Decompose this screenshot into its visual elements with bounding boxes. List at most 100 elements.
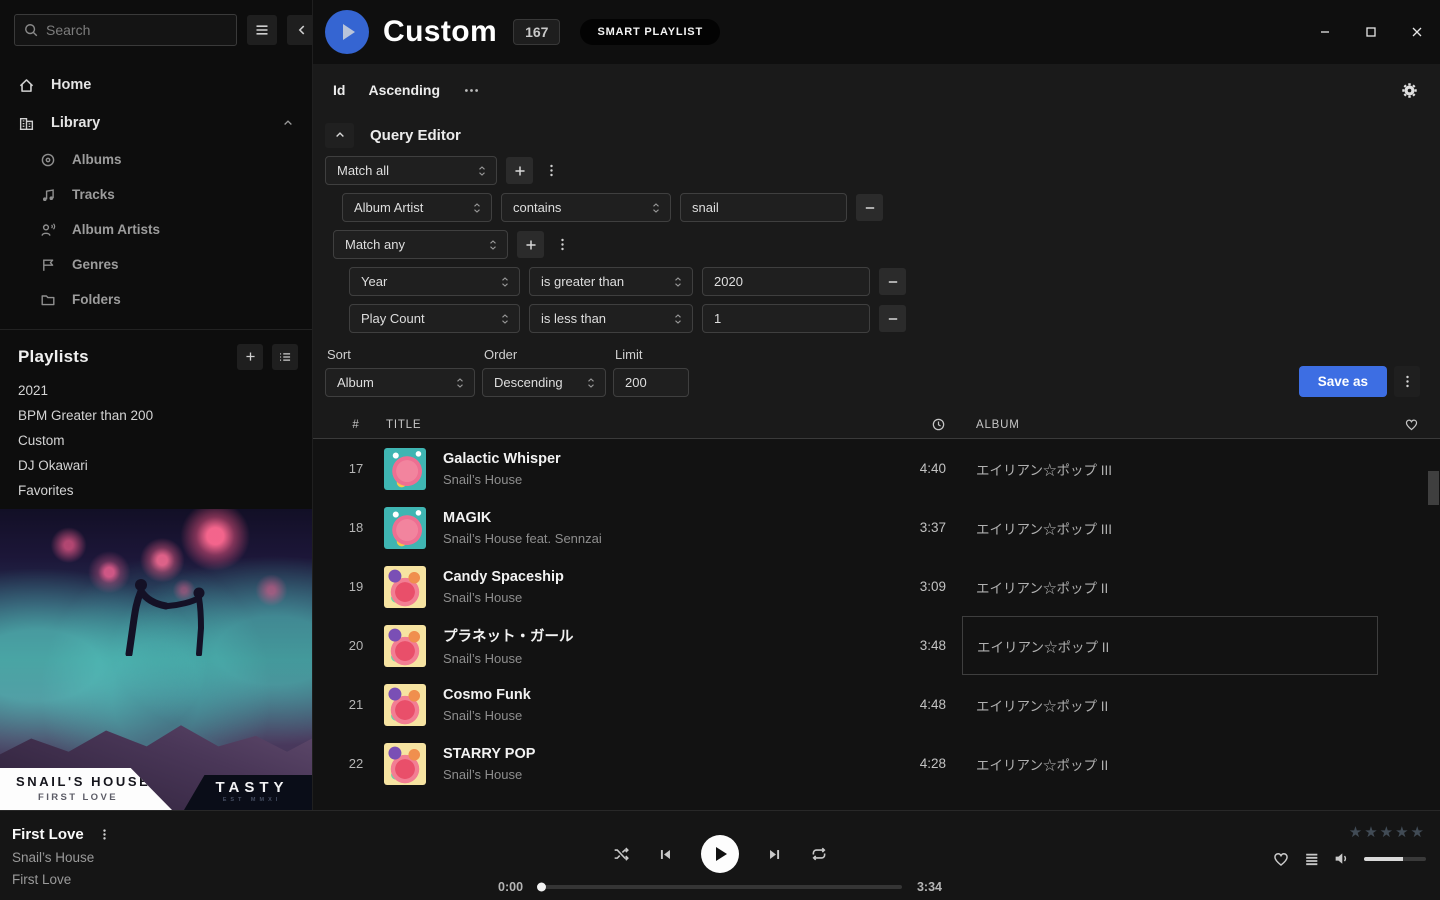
star-icon[interactable]: ★ [1395, 824, 1410, 841]
playlist-item[interactable]: BPM Greater than 200 [0, 403, 312, 428]
sidebar-item-library[interactable]: Library [0, 104, 312, 142]
sidebar-item-albums[interactable]: Albums [0, 142, 312, 177]
queue-button[interactable] [1303, 851, 1320, 868]
sidebar-item-label: Home [51, 77, 91, 93]
repeat-icon [810, 845, 828, 863]
playlist-options-button[interactable] [272, 344, 298, 370]
sidebar-item-album-artists[interactable]: Album Artists [0, 212, 312, 247]
kebab-icon [98, 828, 111, 841]
player-right-controls: ★★★★★ [1272, 823, 1426, 868]
query-editor-collapse-button[interactable] [325, 123, 354, 148]
rule-operator-select[interactable]: contains [501, 193, 671, 222]
play-pause-button[interactable] [701, 835, 739, 873]
track-count-badge: 167 [513, 19, 560, 45]
rule-operator-select[interactable]: is less than [529, 304, 693, 333]
window-close-button[interactable] [1394, 0, 1440, 64]
now-playing-menu-button[interactable] [98, 828, 111, 841]
volume-button[interactable] [1333, 850, 1351, 868]
sort-direction-control[interactable]: Ascending [368, 82, 440, 98]
star-icon[interactable]: ★ [1380, 824, 1395, 841]
menu-button[interactable] [247, 15, 277, 45]
column-header-title[interactable]: TITLE [384, 419, 890, 431]
table-row[interactable]: 22 STARRY POP Snail’s House 4:28 エイリアン☆ポ… [313, 734, 1440, 793]
match-mode-select[interactable]: Match all [325, 156, 497, 185]
star-icon[interactable]: ★ [1364, 824, 1379, 841]
playlist-item[interactable]: Custom [0, 428, 312, 453]
column-header-index[interactable]: # [328, 419, 384, 431]
rule-field-select[interactable]: Year [349, 267, 520, 296]
volume-slider[interactable] [1364, 857, 1426, 861]
collapse-chevron-icon[interactable] [282, 117, 294, 129]
search-box[interactable] [14, 14, 237, 46]
save-as-button[interactable]: Save as [1299, 366, 1387, 397]
seek-handle[interactable] [537, 883, 546, 892]
column-header-duration[interactable] [890, 417, 962, 432]
column-header-favorite[interactable] [1382, 417, 1440, 432]
sidebar-item-home[interactable]: Home [0, 66, 312, 104]
playlists-title: Playlists [18, 347, 89, 367]
star-icon[interactable]: ★ [1349, 824, 1364, 841]
table-row[interactable]: 21 Cosmo Funk Snail’s House 4:48 エイリアン☆ポ… [313, 675, 1440, 734]
search-input[interactable] [46, 22, 227, 38]
previous-track-button[interactable] [657, 846, 674, 863]
rating-stars[interactable]: ★★★★★ [1272, 823, 1426, 841]
sidebar-item-genres[interactable]: Genres [0, 247, 312, 282]
table-row[interactable]: 18 MAGIK Snail’s House feat. Sennzai 3:3… [313, 498, 1440, 557]
album-art-thumbnail [384, 684, 426, 726]
scrollbar-thumb[interactable] [1428, 471, 1439, 505]
sidebar-item-tracks[interactable]: Tracks [0, 177, 312, 212]
match-mode-select[interactable]: Match any [333, 230, 508, 259]
next-track-button[interactable] [766, 846, 783, 863]
playlist-item[interactable]: Favorites [0, 478, 312, 503]
playlist-item[interactable]: DJ Okawari [0, 453, 312, 478]
star-icon[interactable]: ★ [1411, 824, 1426, 841]
table-row[interactable]: 19 Candy Spaceship Snail’s House 3:09 エイ… [313, 557, 1440, 616]
repeat-button[interactable] [810, 845, 828, 863]
group-menu-button[interactable] [553, 231, 571, 258]
track-album-focused-cell[interactable]: エイリアン☆ポップ II [962, 616, 1378, 675]
rule-value-input[interactable] [680, 193, 847, 222]
sidebar-item-folders[interactable]: Folders [0, 282, 312, 317]
column-header-album[interactable]: ALBUM [962, 419, 1382, 431]
select-value: is less than [541, 311, 606, 326]
track-album: エイリアン☆ポップ III [962, 439, 1382, 498]
order-select[interactable]: Descending [482, 368, 606, 397]
add-playlist-button[interactable] [237, 344, 263, 370]
shuffle-button[interactable] [612, 845, 630, 863]
window-maximize-button[interactable] [1348, 0, 1394, 64]
player-bar: First Love Snail’s House First Love [0, 810, 1440, 900]
artwork-couple-silhouette [103, 578, 233, 656]
play-playlist-button[interactable] [325, 10, 369, 54]
add-rule-button[interactable] [517, 231, 544, 258]
rule-field-select[interactable]: Album Artist [342, 193, 492, 222]
rule-value-input[interactable] [702, 267, 870, 296]
sidebar-item-label: Tracks [72, 187, 115, 202]
settings-button[interactable] [1401, 82, 1418, 99]
remove-rule-button[interactable] [856, 194, 883, 221]
save-menu-button[interactable] [1394, 366, 1420, 397]
sort-field-control[interactable]: Id [333, 82, 345, 98]
rule-field-select[interactable]: Play Count [349, 304, 520, 333]
group-menu-button[interactable] [542, 157, 560, 184]
favorite-button[interactable] [1272, 850, 1290, 868]
add-rule-button[interactable] [506, 157, 533, 184]
remove-rule-button[interactable] [879, 305, 906, 332]
more-options-button[interactable] [463, 82, 480, 99]
table-row[interactable]: 17 Galactic Whisper Snail’s House 4:40 エ… [313, 439, 1440, 498]
sort-select[interactable]: Album [325, 368, 475, 397]
rule-operator-select[interactable]: is greater than [529, 267, 693, 296]
select-value: contains [513, 200, 561, 215]
remove-rule-button[interactable] [879, 268, 906, 295]
music-note-icon [40, 187, 56, 203]
play-icon [343, 24, 355, 40]
select-stepper-icon [500, 312, 510, 326]
table-row[interactable]: 20 プラネット・ガール Snail’s House 3:48 エイリアン☆ポッ… [313, 616, 1440, 675]
limit-input[interactable] [613, 368, 689, 397]
seek-bar[interactable] [538, 885, 902, 889]
rule-value-input[interactable] [702, 304, 870, 333]
window-minimize-button[interactable] [1302, 0, 1348, 64]
playlist-item[interactable]: 2021 [0, 378, 312, 403]
select-stepper-icon [673, 275, 683, 289]
skip-next-icon [766, 846, 783, 863]
track-artist: Snail’s House [443, 651, 574, 666]
